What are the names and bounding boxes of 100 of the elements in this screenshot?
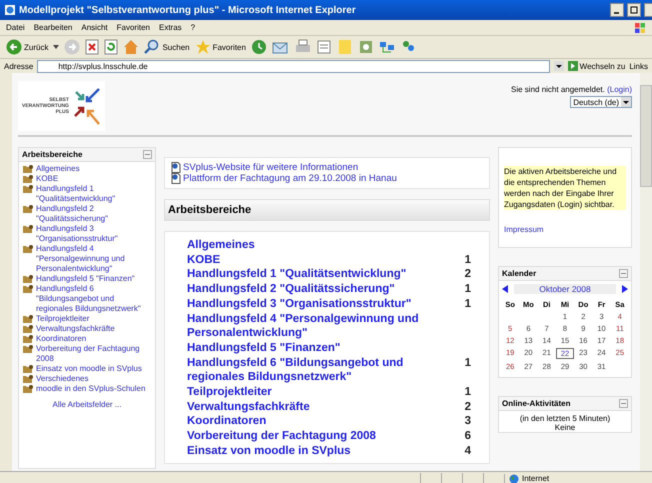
home-icon[interactable] (123, 39, 140, 55)
window-title: Modellprojekt "Selbstverantwortung plus" - Microsoft Internet Explorer (19, 4, 357, 16)
refresh-icon[interactable] (104, 39, 118, 55)
sidebar-item[interactable]: Handlungsfeld 1 "Qualitätsentwicklung" (36, 184, 152, 204)
favorites-button[interactable]: Favoriten (194, 39, 246, 55)
section-header: Arbeitsbereiche (164, 199, 490, 221)
collapse-icon[interactable] (619, 269, 628, 278)
messenger-icon[interactable] (378, 39, 395, 55)
search-icon (144, 39, 160, 55)
online-users: Keine (554, 423, 576, 432)
info-link[interactable]: SVplus-Website für weitere Informationen (183, 162, 358, 173)
links-button[interactable]: Links (629, 62, 648, 70)
next-icon[interactable] (622, 285, 628, 293)
dropdown-icon[interactable] (53, 45, 60, 49)
star-icon (194, 39, 211, 55)
area-link[interactable]: KOBE (187, 252, 220, 268)
sidebar-item[interactable]: Einsatz von moodle in SVplus (36, 364, 142, 374)
info-link[interactable]: Plattform der Fachtagung am 29.10.2008 in Hanau (183, 173, 397, 184)
sidebar-item[interactable]: KOBE (36, 174, 58, 184)
topic-count: 6 (464, 429, 471, 444)
go-button[interactable]: Wechseln zu (568, 61, 626, 71)
menu-item[interactable]: Datei (6, 23, 25, 32)
panel-title: Online-Aktivitäten (502, 399, 570, 408)
address-field[interactable]: http://svplus.lnsschule.de (37, 60, 550, 72)
area-link[interactable]: Handlungsfeld 6 "Bildungsangebot und regionales Bildungsnetzwerk" (187, 356, 442, 386)
browser-icon (4, 4, 16, 16)
edit-icon[interactable] (316, 39, 332, 55)
area-link[interactable]: Teilprojektleiter (187, 385, 272, 400)
topic-count: 4 (464, 444, 471, 459)
sidebar-item[interactable]: Handlungsfeld 4 "Personalgewinnung und Personalentwicklung" (36, 244, 152, 274)
area-link[interactable]: Einsatz von moodle in SVplus (187, 444, 351, 459)
minimize-button[interactable] (610, 3, 624, 17)
imprint-link[interactable]: Impressum (504, 224, 626, 235)
dropdown-icon[interactable] (554, 61, 564, 71)
sidebar-item[interactable]: Handlungsfeld 2 "Qualitätssicherung" (36, 204, 152, 224)
folder-icon (22, 204, 34, 214)
area-link[interactable]: Handlungsfeld 2 "Qualitätssicherung" (187, 282, 395, 297)
folder-icon (22, 244, 34, 254)
collapse-icon[interactable] (619, 399, 628, 408)
area-link[interactable]: Koordinatoren (187, 414, 266, 430)
collapse-icon[interactable] (143, 150, 152, 159)
sidebar-item[interactable]: Koordinatoren (36, 334, 86, 344)
area-link[interactable]: Verwaltungsfachkräfte (187, 400, 310, 414)
all-areas-link[interactable]: Alle Arbeitsfelder ... (19, 396, 155, 409)
folder-icon (22, 284, 34, 294)
language-select[interactable]: Deutsch (de) (570, 96, 632, 108)
history-icon[interactable] (250, 39, 267, 55)
folder-icon (22, 334, 34, 344)
sidebar-item[interactable]: Vorbereitung der Fachtagung 2008 (36, 344, 152, 364)
menu-item[interactable]: ? (190, 23, 196, 32)
back-button[interactable]: Zurück (6, 39, 48, 55)
sidebar-item[interactable]: Allgemeines (36, 164, 80, 174)
maximize-icon (630, 6, 638, 14)
folder-icon (22, 384, 34, 394)
menu-item[interactable]: Favoriten (116, 23, 150, 32)
search-button[interactable]: Suchen (144, 39, 190, 55)
topic-count: 1 (464, 356, 471, 370)
topic-count: 1 (464, 282, 471, 297)
globe-icon (509, 474, 519, 483)
sidebar-item[interactable]: Verschiedenes (36, 374, 88, 384)
print-icon[interactable] (294, 39, 311, 55)
folder-icon (22, 174, 34, 184)
notice-text: Die aktiven Arbeitsbereiche und die entsprechenden Themen werden nach der Eingabe Ihrer Zugangsdaten (Login) sichtbar. (504, 166, 626, 210)
folder-icon (22, 364, 34, 374)
menu-item[interactable]: Ansicht (81, 23, 108, 32)
menu-item[interactable]: Extras (158, 23, 182, 32)
stop-icon[interactable] (85, 39, 100, 55)
sidebar-item[interactable]: Handlungsfeld 6 "Bildungsangebot und regionales Bildungsnetzwerk" (36, 284, 152, 314)
sidebar-item[interactable]: moodle in den SVplus-Schulen (36, 384, 146, 394)
address-label: Adresse (4, 62, 34, 70)
panel-title: Kalender (502, 269, 536, 278)
scrollbar[interactable] (640, 73, 652, 471)
document-icon (171, 162, 181, 173)
sidebar-item[interactable]: Handlungsfeld 5 "Finanzen" (36, 274, 135, 284)
maximize-button[interactable] (627, 3, 641, 17)
sidebar-item[interactable]: Handlungsfeld 3 "Organisationsstruktur" (36, 224, 152, 244)
sidebar-item[interactable]: Verwaltungsfachkräfte (36, 324, 115, 334)
folder-icon (22, 274, 34, 284)
dropdown-icon[interactable] (621, 97, 631, 107)
folder-icon (22, 344, 34, 354)
online-period: (in den letzten 5 Minuten) (518, 413, 612, 423)
previous-icon[interactable] (502, 285, 508, 293)
folder-icon (22, 164, 34, 174)
sidebar-item[interactable]: Teilprojektleiter (36, 314, 90, 324)
login-status: Sie sind nicht angemeldet. (Login) (511, 85, 632, 94)
login-link[interactable]: (Login) (607, 85, 632, 94)
area-link[interactable]: Allgemeines (187, 238, 255, 253)
document-icon (171, 173, 181, 184)
topic-count: 2 (464, 400, 471, 414)
area-link[interactable]: Handlungsfeld 3 "Organisationsstruktur" (187, 296, 412, 312)
area-link[interactable]: Handlungsfeld 1 "Qualitätsentwicklung" (187, 267, 406, 282)
go-arrow-icon (568, 61, 578, 71)
menu-item[interactable]: Bearbeiten (34, 23, 72, 32)
topic-count: 2 (464, 267, 471, 282)
area-link[interactable]: Handlungsfeld 4 "Personalgewinnung und Personalentwicklung" (187, 312, 442, 341)
folder-icon (22, 314, 34, 324)
topic-count: 1 (464, 385, 471, 400)
folder-icon (22, 374, 34, 384)
area-link[interactable]: Vorbereitung der Fachtagung 2008 (187, 429, 376, 444)
area-link[interactable]: Handlungsfeld 5 "Finanzen" (187, 340, 340, 356)
